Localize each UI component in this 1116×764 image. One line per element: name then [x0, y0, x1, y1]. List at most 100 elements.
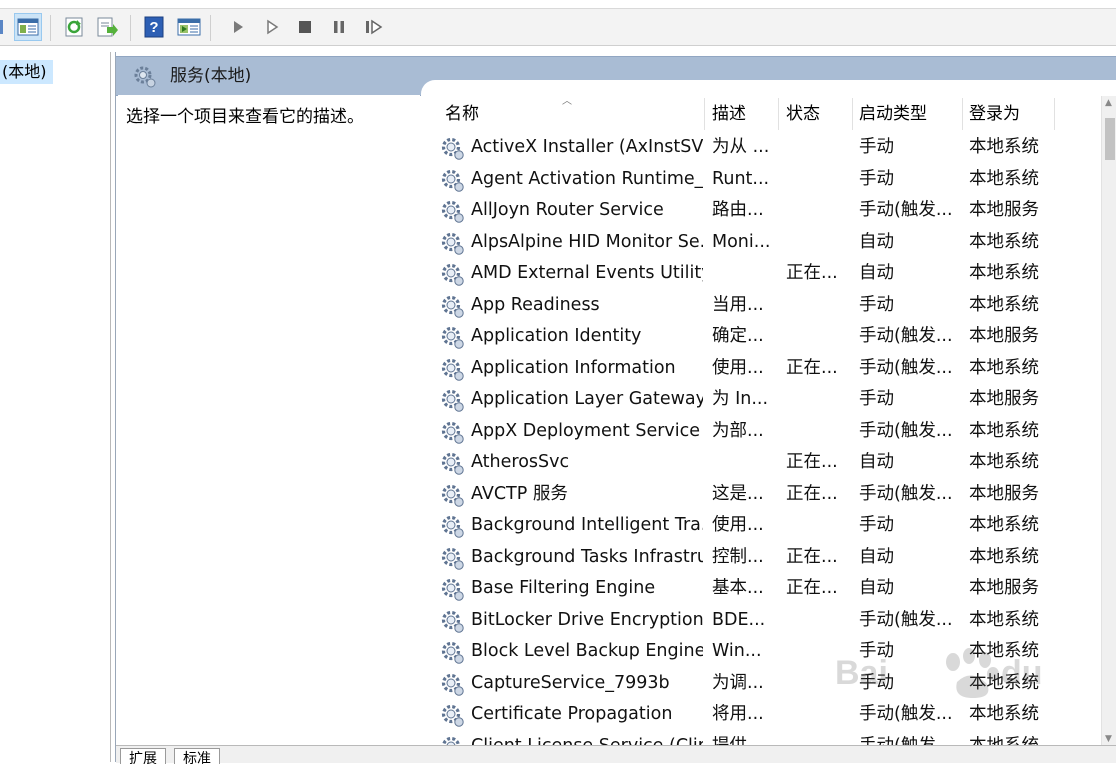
service-name: Background Tasks Infrastru...	[471, 546, 703, 567]
column-header-startup-type[interactable]: 启动类型	[853, 98, 963, 130]
svg-text:?: ?	[149, 19, 158, 36]
service-row[interactable]: AMD External Events Utility 正在... 自动 本地系统	[421, 258, 1101, 289]
start-service-icon[interactable]	[224, 13, 252, 41]
service-description: 确定...	[712, 326, 764, 346]
service-row[interactable]: ActiveX Installer (AxInstSV) 为从 ... 手动 本地系统	[421, 132, 1101, 163]
service-row[interactable]: Background Tasks Infrastru... 控制... 正在... 自…	[421, 542, 1101, 573]
service-row[interactable]: BitLocker Drive Encryption ... BDE... 手动(触…	[421, 605, 1101, 636]
scrollbar-thumb[interactable]	[1105, 118, 1115, 160]
service-gear-icon	[441, 232, 464, 255]
service-gear-icon	[441, 421, 464, 444]
service-gear-icon	[441, 169, 464, 192]
service-gear-icon	[441, 704, 464, 727]
service-name: CaptureService_7993b	[471, 672, 670, 693]
service-logon-as: 本地系统	[969, 609, 1039, 630]
export-list-icon[interactable]	[93, 13, 121, 41]
service-gear-icon	[441, 547, 464, 570]
service-row[interactable]: Base Filtering Engine 基本... 正在... 自动 本地服务	[421, 573, 1101, 604]
description-text: 选择一个项目来查看它的描述。	[126, 107, 364, 127]
service-name: AlpsAlpine HID Monitor Se...	[471, 231, 703, 252]
service-logon-as: 本地系统	[969, 420, 1039, 441]
service-gear-icon	[441, 515, 464, 538]
service-logon-as: 本地系统	[969, 231, 1039, 252]
back-icon[interactable]	[0, 13, 10, 41]
toolbar: ?	[0, 9, 1116, 46]
service-logon-as: 本地系统	[969, 168, 1039, 189]
service-name: AVCTP 服务	[471, 483, 568, 504]
service-description: 这是...	[712, 483, 764, 504]
service-status: 正在...	[786, 263, 838, 283]
service-gear-icon	[441, 137, 464, 160]
tree-item-services-local[interactable]: (本地)	[0, 60, 53, 84]
service-name: AllJoyn Router Service	[471, 200, 664, 220]
service-row[interactable]: Application Layer Gateway ... 为 In... 手动 本地…	[421, 384, 1101, 415]
column-header-status[interactable]: 状态	[780, 98, 853, 130]
restart-service-icon[interactable]	[360, 13, 388, 41]
service-name: BitLocker Drive Encryption ...	[471, 609, 703, 630]
page-title: 服务(本地)	[170, 66, 252, 86]
service-startup-type: 手动	[859, 168, 894, 189]
service-name: AtherosSvc	[471, 452, 570, 472]
service-row[interactable]: Application Information 使用... 正在... 手动(触发..…	[421, 353, 1101, 384]
service-gear-icon	[441, 389, 464, 412]
column-header-description[interactable]: 描述	[706, 98, 779, 130]
scroll-up-icon[interactable]: ▲	[1105, 98, 1112, 108]
service-row[interactable]: Background Intelligent Tra... 使用... 手动 本地系统	[421, 510, 1101, 541]
column-header-name[interactable]: 名称	[439, 98, 705, 130]
service-status: 正在...	[786, 357, 838, 378]
service-description: 路由...	[712, 200, 764, 220]
service-row[interactable]: AppX Deployment Service ... 为部... 手动(触发...…	[421, 416, 1101, 447]
service-row[interactable]: AVCTP 服务 这是... 正在... 手动(触发... 本地服务	[421, 479, 1101, 510]
service-description: BDE...	[712, 609, 766, 630]
description-pane: 选择一个项目来查看它的描述。	[118, 95, 420, 745]
service-row[interactable]: Agent Activation Runtime_... Runt... 手动 本地系…	[421, 164, 1101, 195]
service-gear-icon	[441, 673, 464, 696]
refresh-icon[interactable]	[60, 13, 88, 41]
properties-icon[interactable]	[175, 13, 203, 41]
service-startup-type: 手动(触发...	[859, 420, 953, 441]
stop-service-icon[interactable]	[291, 13, 319, 41]
service-status: 正在...	[786, 546, 838, 567]
svg-text:du: du	[1001, 654, 1043, 692]
service-gear-icon	[441, 610, 464, 633]
service-logon-as: 本地服务	[969, 578, 1039, 598]
service-name: Certificate Propagation	[471, 704, 673, 724]
service-name: Application Layer Gateway ...	[471, 389, 703, 409]
service-description: 为 In...	[712, 389, 769, 409]
service-row[interactable]: AlpsAlpine HID Monitor Se... Moni... 自动 本地系…	[421, 227, 1101, 258]
service-logon-as: 本地服务	[969, 483, 1039, 504]
service-row[interactable]: App Readiness 当用... 手动 本地系统	[421, 290, 1101, 321]
help-icon[interactable]: ?	[140, 13, 168, 41]
service-description: Moni...	[712, 231, 771, 252]
service-startup-type: 手动(触发...	[859, 200, 953, 220]
service-gear-icon	[441, 295, 464, 318]
service-row[interactable]: AtherosSvc 正在... 自动 本地系统	[421, 447, 1101, 478]
service-name: ActiveX Installer (AxInstSV)	[471, 137, 703, 157]
service-logon-as: 本地系统	[969, 137, 1039, 157]
service-logon-as: 本地系统	[969, 263, 1039, 283]
scroll-down-icon[interactable]: ▼	[1105, 734, 1112, 744]
service-row[interactable]: Application Identity 确定... 手动(触发... 本地服务	[421, 321, 1101, 352]
service-logon-as: 本地系统	[969, 546, 1039, 567]
service-gear-icon	[441, 452, 464, 475]
service-description: 为从 ...	[712, 137, 770, 157]
service-logon-as: 本地服务	[969, 389, 1039, 409]
service-description: 为调...	[712, 672, 764, 693]
service-description: 为部...	[712, 420, 764, 441]
service-row[interactable]: AllJoyn Router Service 路由... 手动(触发... 本地服务	[421, 195, 1101, 226]
column-header-logon-as[interactable]: 登录为	[963, 98, 1055, 130]
start-service-alt-icon[interactable]	[258, 13, 286, 41]
pause-service-icon[interactable]	[325, 13, 353, 41]
service-startup-type: 自动	[859, 263, 894, 283]
service-gear-icon	[441, 263, 464, 286]
service-gear-icon	[441, 358, 464, 381]
service-startup-type: 手动	[859, 515, 894, 535]
vertical-scrollbar[interactable]: ▲ ▼	[1101, 96, 1116, 746]
service-name: Agent Activation Runtime_...	[471, 168, 703, 189]
service-status: 正在...	[786, 578, 838, 598]
service-startup-type: 手动	[859, 137, 894, 157]
services-gear-icon	[134, 66, 156, 88]
service-logon-as: 本地服务	[969, 326, 1039, 346]
service-description: 基本...	[712, 578, 764, 598]
show-tree-icon[interactable]	[14, 13, 42, 41]
